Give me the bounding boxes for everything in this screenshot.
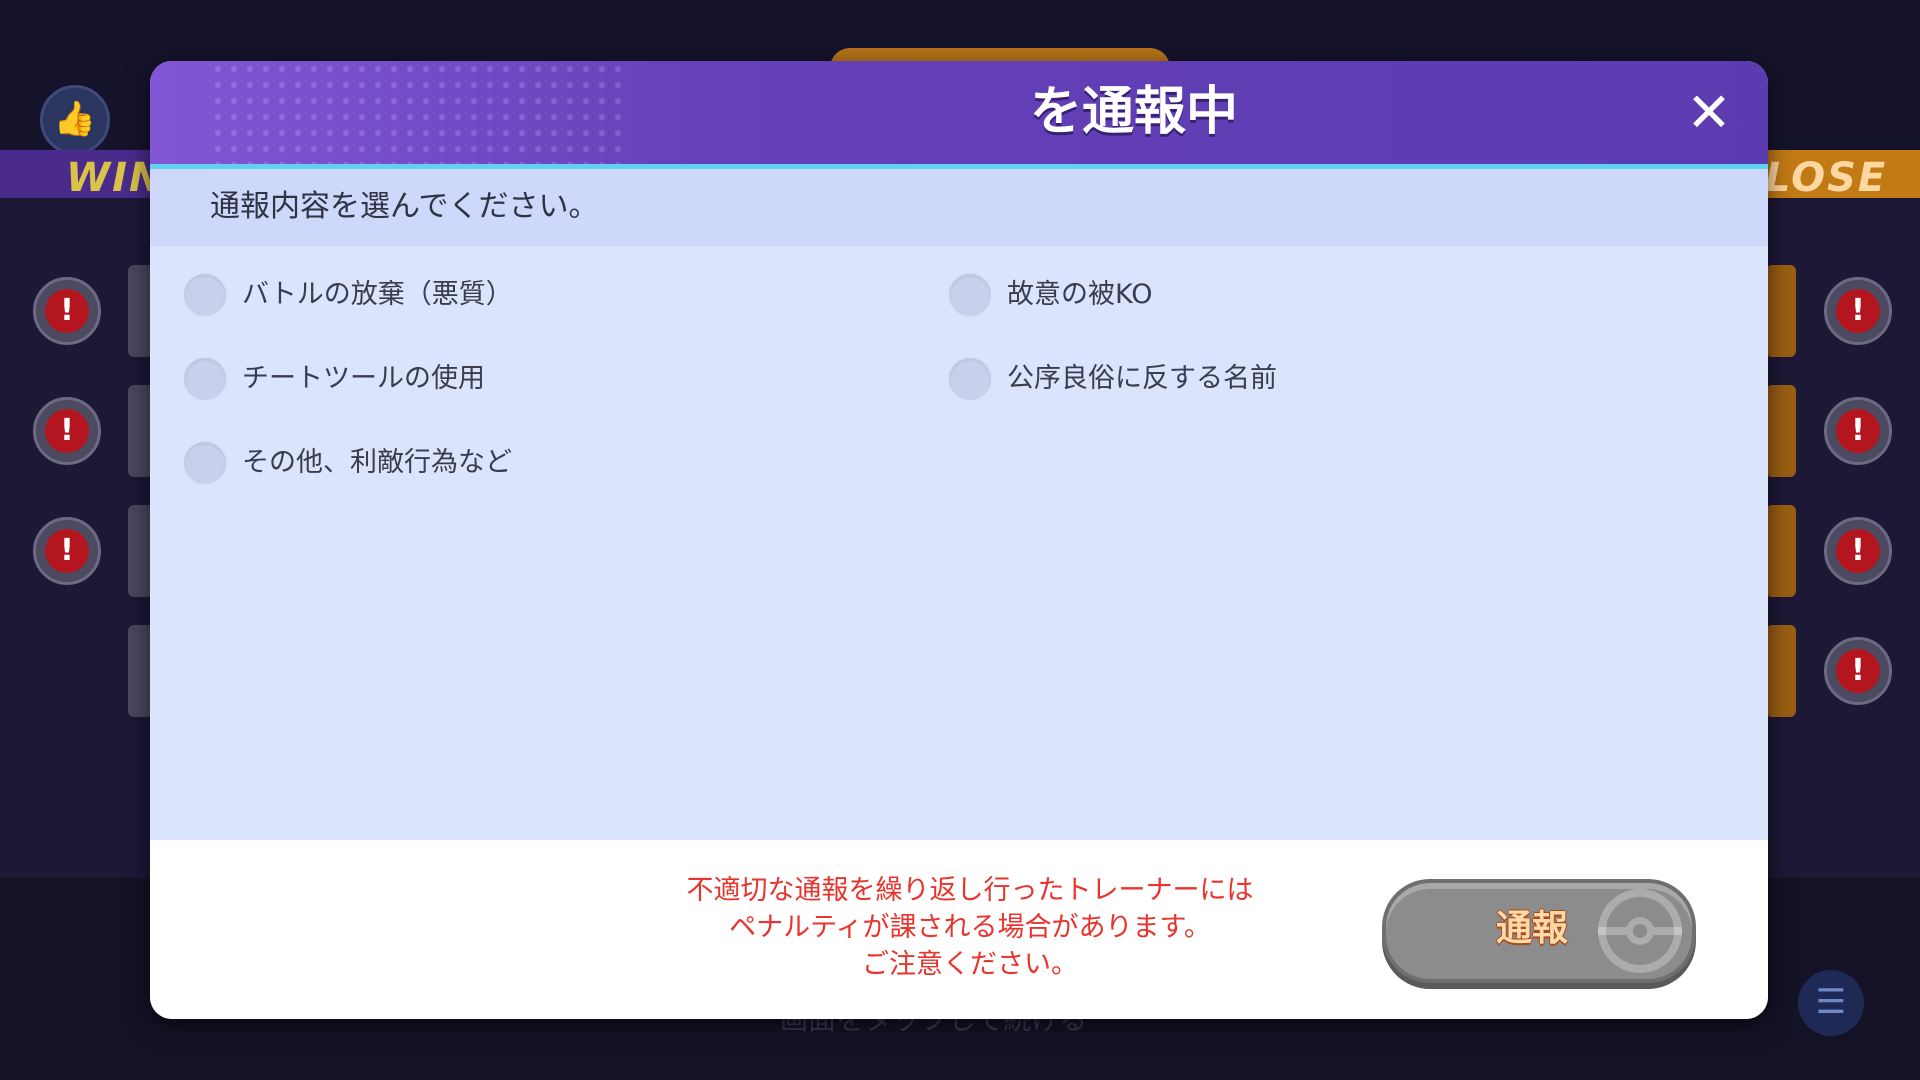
thumbs-up-icon: 👍 [40, 85, 110, 155]
player-card [1766, 385, 1796, 477]
penalty-warning: 不適切な通報を繰り返し行ったトレーナーには ペナルティが課される場合があります。… [610, 872, 1330, 983]
report-warning-icon: ! [1824, 637, 1892, 705]
reason-label: その他、利敵行為など [242, 447, 512, 478]
reason-label: 故意の被KO [1007, 279, 1153, 310]
radio-button[interactable] [182, 440, 228, 486]
reason-option-other[interactable]: その他、利敵行為など [182, 439, 512, 487]
report-warning-icon: ! [1824, 517, 1892, 585]
dialog-header: を通報中 ✕ [150, 61, 1768, 164]
report-warning-icon: ! [33, 517, 101, 585]
instruction-text: 通報内容を選んでください。 [210, 189, 599, 224]
reason-option-battle-abandon[interactable]: バトルの放棄（悪質） [182, 271, 513, 319]
header-dot-pattern [210, 61, 630, 164]
close-icon[interactable]: ✕ [1680, 81, 1738, 144]
reason-label: チートツールの使用 [242, 363, 485, 394]
reason-label: バトルの放棄（悪質） [242, 279, 513, 310]
report-reason-list: バトルの放棄（悪質） 故意の被KO チートツールの使用 公序良俗に反する名前 そ… [150, 246, 1768, 840]
warning-line: ペナルティが課される場合があります。 [729, 912, 1211, 943]
reason-label: 公序良俗に反する名前 [1007, 363, 1277, 394]
report-dialog: を通報中 ✕ 通報内容を選んでください。 バトルの放棄（悪質） 故意の被KO チ… [150, 61, 1768, 1019]
submit-report-label: 通報 [1496, 908, 1569, 949]
radio-button[interactable] [947, 272, 993, 318]
submit-report-button[interactable]: 通報 [1382, 879, 1696, 983]
pokeball-icon [1598, 889, 1682, 973]
instruction-bar: 通報内容を選んでください。 [150, 169, 1768, 246]
warning-line: ご注意ください。 [862, 949, 1078, 980]
lose-label: LOSE [1765, 155, 1888, 201]
dialog-title: を通報中 [1030, 82, 1239, 142]
report-warning-icon: ! [1824, 397, 1892, 465]
player-card [1766, 265, 1796, 357]
report-warning-icon: ! [33, 397, 101, 465]
reason-option-intentional-ko[interactable]: 故意の被KO [947, 271, 1152, 319]
reason-option-cheat-tool[interactable]: チートツールの使用 [182, 355, 485, 403]
warning-line: 不適切な通報を繰り返し行ったトレーナーには [686, 875, 1254, 906]
player-card [1766, 625, 1796, 717]
radio-button[interactable] [947, 356, 993, 402]
report-warning-icon: ! [1824, 277, 1892, 345]
list-menu-icon: ☰ [1798, 970, 1864, 1036]
reason-option-offensive-name[interactable]: 公序良俗に反する名前 [947, 355, 1277, 403]
radio-button[interactable] [182, 356, 228, 402]
player-card [1766, 505, 1796, 597]
report-warning-icon: ! [33, 277, 101, 345]
radio-button[interactable] [182, 272, 228, 318]
